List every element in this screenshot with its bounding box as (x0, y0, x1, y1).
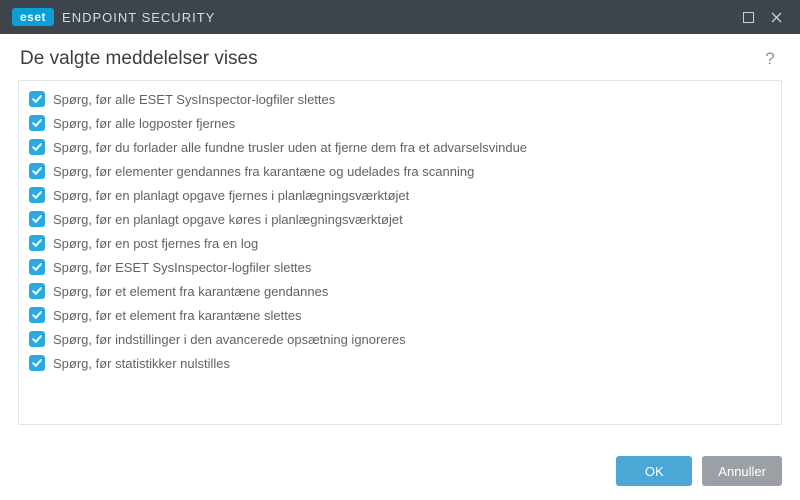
list-item-label: Spørg, før alle ESET SysInspector-logfil… (53, 92, 335, 107)
notification-list[interactable]: Spørg, før alle ESET SysInspector-logfil… (18, 80, 782, 425)
checkbox[interactable] (29, 283, 45, 299)
list-item-label: Spørg, før du forlader alle fundne trusl… (53, 140, 527, 155)
brand-badge: eset (12, 8, 54, 26)
list-item[interactable]: Spørg, før en planlagt opgave fjernes i … (23, 183, 777, 207)
check-icon (31, 285, 43, 297)
checkbox[interactable] (29, 331, 45, 347)
check-icon (31, 93, 43, 105)
check-icon (31, 117, 43, 129)
titlebar: eset ENDPOINT SECURITY (0, 0, 800, 34)
checkbox[interactable] (29, 139, 45, 155)
checkbox[interactable] (29, 259, 45, 275)
window-maximize-button[interactable] (734, 3, 762, 31)
check-icon (31, 189, 43, 201)
check-icon (31, 357, 43, 369)
list-item[interactable]: Spørg, før en post fjernes fra en log (23, 231, 777, 255)
list-item[interactable]: Spørg, før elementer gendannes fra karan… (23, 159, 777, 183)
window-close-button[interactable] (762, 3, 790, 31)
list-item[interactable]: Spørg, før ESET SysInspector-logfiler sl… (23, 255, 777, 279)
list-item-label: Spørg, før alle logposter fjernes (53, 116, 235, 131)
list-item[interactable]: Spørg, før du forlader alle fundne trusl… (23, 135, 777, 159)
list-item-label: Spørg, før indstillinger i den avancered… (53, 332, 406, 347)
list-item-label: Spørg, før en planlagt opgave fjernes i … (53, 188, 409, 203)
check-icon (31, 309, 43, 321)
check-icon (31, 261, 43, 273)
list-item[interactable]: Spørg, før alle logposter fjernes (23, 111, 777, 135)
maximize-icon (743, 12, 754, 23)
checkbox[interactable] (29, 115, 45, 131)
checkbox[interactable] (29, 307, 45, 323)
close-icon (771, 12, 782, 23)
list-item-label: Spørg, før en post fjernes fra en log (53, 236, 258, 251)
checkbox[interactable] (29, 211, 45, 227)
list-item-label: Spørg, før en planlagt opgave køres i pl… (53, 212, 403, 227)
check-icon (31, 333, 43, 345)
list-item-label: Spørg, før et element fra karantæne gend… (53, 284, 328, 299)
cancel-button[interactable]: Annuller (702, 456, 782, 486)
help-button[interactable]: ? (760, 49, 780, 69)
checkbox[interactable] (29, 163, 45, 179)
checkbox[interactable] (29, 355, 45, 371)
list-item-label: Spørg, før elementer gendannes fra karan… (53, 164, 474, 179)
brand-text: ENDPOINT SECURITY (62, 10, 215, 25)
checkbox[interactable] (29, 91, 45, 107)
dialog-footer: OK Annuller (0, 444, 800, 500)
list-item-label: Spørg, før et element fra karantæne slet… (53, 308, 302, 323)
checkbox[interactable] (29, 187, 45, 203)
list-item[interactable]: Spørg, før statistikker nulstilles (23, 351, 777, 375)
check-icon (31, 141, 43, 153)
help-icon: ? (765, 49, 774, 68)
list-item[interactable]: Spørg, før et element fra karantæne slet… (23, 303, 777, 327)
checkbox[interactable] (29, 235, 45, 251)
list-item-label: Spørg, før ESET SysInspector-logfiler sl… (53, 260, 311, 275)
ok-button[interactable]: OK (616, 456, 692, 486)
check-icon (31, 213, 43, 225)
list-item[interactable]: Spørg, før indstillinger i den avancered… (23, 327, 777, 351)
list-item[interactable]: Spørg, før en planlagt opgave køres i pl… (23, 207, 777, 231)
dialog-header: De valgte meddelelser vises ? (0, 34, 800, 80)
check-icon (31, 165, 43, 177)
page-title: De valgte meddelelser vises (20, 48, 258, 70)
list-item[interactable]: Spørg, før et element fra karantæne gend… (23, 279, 777, 303)
list-item-label: Spørg, før statistikker nulstilles (53, 356, 230, 371)
check-icon (31, 237, 43, 249)
list-item[interactable]: Spørg, før alle ESET SysInspector-logfil… (23, 87, 777, 111)
